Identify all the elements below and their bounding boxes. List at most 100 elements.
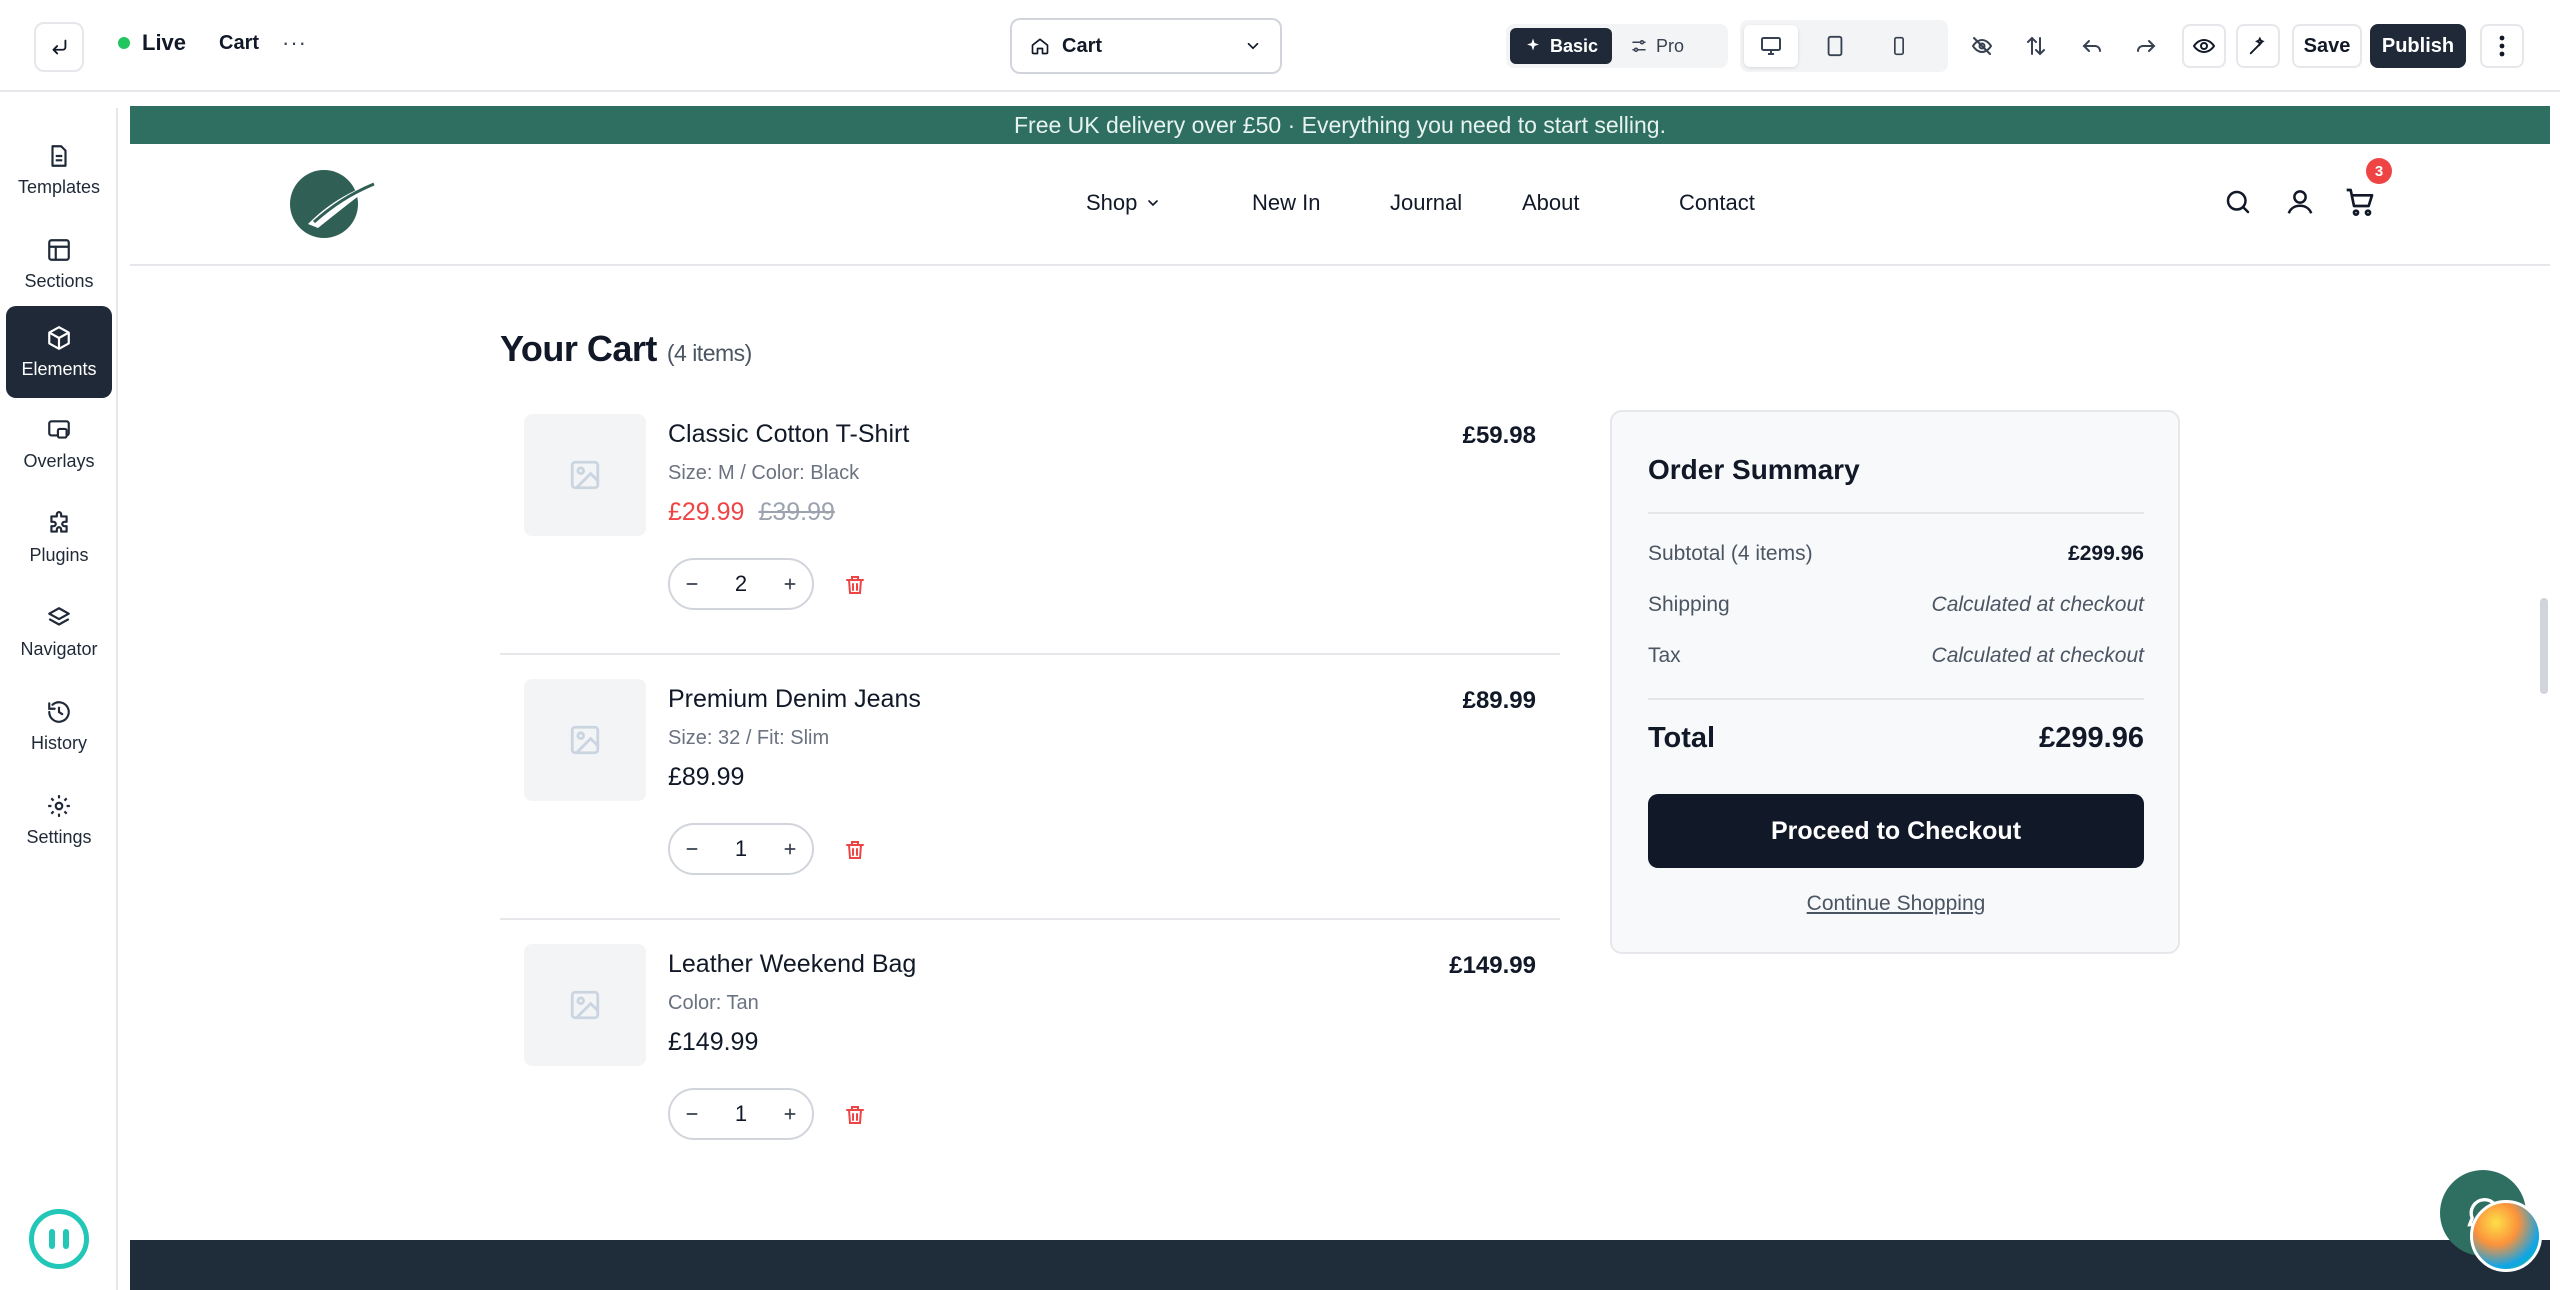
account-button[interactable] [2280,182,2320,222]
price: £149.99 [668,1028,759,1056]
remove-item-button[interactable] [840,1100,870,1130]
save-button[interactable]: Save [2292,24,2362,68]
tax-label: Tax [1648,644,1681,667]
hide-elements-button[interactable] [1962,26,2002,66]
quantity-stepper: 1 [668,1088,814,1140]
mode-pro-button[interactable]: Pro [1616,28,1698,64]
redo-button[interactable] [2126,26,2166,66]
product-variant: Size: M / Color: Black [668,462,860,484]
chat-avatar[interactable] [2470,1200,2542,1272]
total-value: £299.96 [2039,722,2144,754]
quantity-stepper: 1 [668,823,814,875]
continue-shopping-link[interactable]: Continue Shopping [1648,892,2144,916]
remove-item-button[interactable] [840,570,870,600]
page-selector[interactable]: Cart [1010,18,1282,74]
announcement-bar[interactable]: Free UK delivery over £50 · Everything y… [130,106,2550,144]
sidebar-item-navigator[interactable]: Navigator [6,586,112,678]
desktop-icon [1761,37,1781,55]
desktop-view-button[interactable] [1744,25,1798,67]
summary-row-subtotal: Subtotal (4 items) £299.96 [1648,542,2144,566]
product-price: £29.99 £39.99 [668,498,835,527]
reorder-button[interactable] [2016,26,2056,66]
minus-icon[interactable] [684,1106,700,1122]
puzzle-icon [50,510,68,533]
return-icon [52,39,67,55]
quantity-value[interactable]: 1 [735,836,747,862]
product-variant: Color: Tan [668,992,759,1014]
trash-icon [846,841,864,859]
canvas-scrollbar[interactable] [2540,598,2548,694]
editor-topbar: Live Cart ··· Cart Basic Pro Save Publis… [0,0,2560,92]
mode-basic-label: Basic [1550,35,1599,56]
cube-icon [48,325,70,350]
history-icon [48,700,70,723]
sidebar-item-label: Settings [26,826,92,847]
product-name[interactable]: Premium Denim Jeans [668,685,921,714]
sliders-icon [1632,40,1646,52]
ai-edit-button[interactable] [2236,24,2280,68]
assistant-bot-button[interactable] [29,1209,89,1269]
exit-editor-button[interactable] [34,22,84,72]
mobile-view-button[interactable] [1872,25,1926,67]
sidebar-item-overlays[interactable]: Overlays [6,398,112,490]
nav-shop[interactable]: Shop [1086,190,1161,216]
product-price: £149.99 [668,1028,758,1057]
cart-item: Classic Cotton T-Shirt Size: M / Color: … [500,390,1560,655]
remove-item-button[interactable] [840,835,870,865]
page-more-button[interactable]: ··· [282,30,307,56]
sidebar-item-settings[interactable]: Settings [6,774,112,866]
shipping-label: Shipping [1648,593,1730,616]
tablet-view-button[interactable] [1808,25,1862,67]
mode-basic-button[interactable]: Basic [1510,28,1613,64]
sidebar-item-sections[interactable]: Sections [6,218,112,310]
quantity-value[interactable]: 2 [735,571,747,597]
product-name[interactable]: Leather Weekend Bag [668,950,916,979]
home-icon [1031,38,1049,55]
cart-icon [2346,188,2374,216]
nav-contact[interactable]: Contact [1679,190,1755,216]
divider [1648,512,2144,514]
tablet-icon [1827,35,1843,57]
brand-logo[interactable] [288,164,380,244]
nav-journal[interactable]: Journal [1390,190,1462,216]
sidebar-item-plugins[interactable]: Plugins [6,492,112,584]
cart-button[interactable] [2340,182,2380,222]
product-thumbnail[interactable] [524,679,646,801]
checkout-button[interactable]: Proceed to Checkout [1648,794,2144,868]
product-name[interactable]: Classic Cotton T-Shirt [668,420,909,449]
plus-icon[interactable] [782,576,798,592]
editor-menu-button[interactable] [2480,24,2524,68]
product-thumbnail[interactable] [524,414,646,536]
publish-button[interactable]: Publish [2370,24,2466,68]
search-icon [2226,190,2250,214]
undo-button[interactable] [2072,26,2112,66]
summary-total: Total £299.96 [1648,722,2144,755]
line-total: £59.98 [1462,422,1536,449]
quantity-value[interactable]: 1 [735,1101,747,1127]
preview-button[interactable] [2182,24,2226,68]
minus-icon[interactable] [684,576,700,592]
product-price: £89.99 [668,763,744,792]
nav-new-in[interactable]: New In [1252,190,1320,216]
eye-off-icon [1971,37,1993,55]
bot-eye-icon [49,1229,55,1249]
divider [1648,698,2144,700]
cart-item: Leather Weekend Bag Color: Tan £149.99 £… [500,920,1560,1185]
plus-icon[interactable] [782,1106,798,1122]
store-header: Shop New In Journal About Contact 3 [130,144,2550,266]
editor-root: Live Cart ··· Cart Basic Pro Save Publis… [0,0,2560,1290]
live-label: Live [142,30,187,55]
sidebar-item-history[interactable]: History [6,680,112,772]
nav-shop-label: Shop [1086,190,1138,215]
sidebar-item-elements[interactable]: Elements [6,306,112,398]
sidebar-item-templates[interactable]: Templates [6,124,112,216]
image-placeholder-icon [570,725,600,755]
bot-eye-icon [63,1229,69,1249]
product-variant: Size: 32 / Fit: Slim [668,727,830,749]
search-button[interactable] [2218,182,2258,222]
sidebar-item-label: Navigator [20,638,98,659]
product-thumbnail[interactable] [524,944,646,1066]
plus-icon[interactable] [782,841,798,857]
nav-about[interactable]: About [1522,190,1580,216]
minus-icon[interactable] [684,841,700,857]
